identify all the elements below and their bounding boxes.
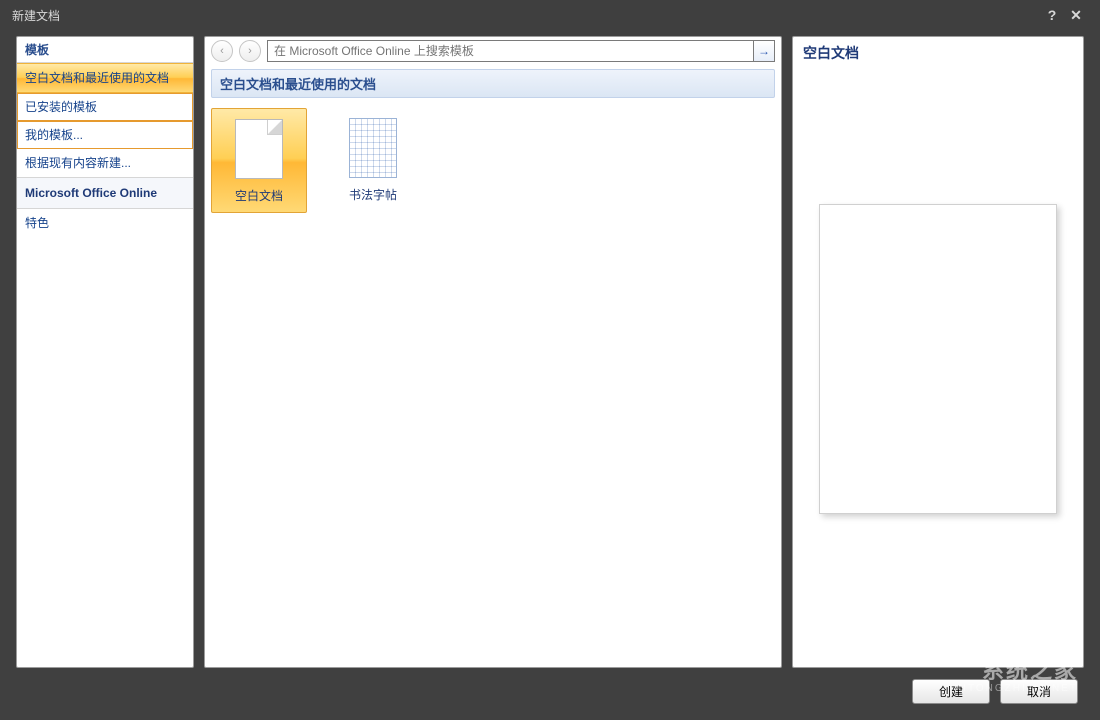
chevron-right-icon: ›	[248, 45, 252, 57]
sidebar-item-label: 我的模板...	[25, 128, 83, 142]
dialog-frame: 模板 空白文档和最近使用的文档 已安装的模板 我的模板... 根据现有内容新建.…	[8, 30, 1092, 712]
sidebar-item-my-templates[interactable]: 我的模板...	[17, 121, 193, 149]
sidebar-item-new-from-existing[interactable]: 根据现有内容新建...	[17, 149, 193, 177]
nav-back-button[interactable]: ‹	[211, 40, 233, 62]
sidebar-item-label: 空白文档和最近使用的文档	[25, 71, 169, 85]
preview-page	[819, 204, 1057, 514]
tile-calligraphy[interactable]: 书法字帖	[325, 108, 421, 211]
calligraphy-grid-icon	[349, 118, 397, 178]
cancel-button[interactable]: 取消	[1000, 679, 1078, 704]
help-button[interactable]: ?	[1040, 3, 1064, 27]
chevron-left-icon: ‹	[220, 45, 224, 57]
sidebar-item-featured[interactable]: 特色	[17, 209, 193, 237]
arrow-right-icon: →	[758, 44, 770, 58]
blank-document-icon	[235, 119, 283, 179]
sidebar-item-installed-templates[interactable]: 已安装的模板	[17, 93, 193, 121]
sidebar: 模板 空白文档和最近使用的文档 已安装的模板 我的模板... 根据现有内容新建.…	[16, 36, 194, 668]
sidebar-item-label: 根据现有内容新建...	[25, 156, 131, 170]
dialog-footer: 创建 取消	[912, 679, 1078, 704]
center-panel: ‹ › → 空白文档和最近使用的文档 空白文档	[204, 36, 782, 668]
titlebar: 新建文档 ? ✕	[0, 0, 1100, 30]
sidebar-item-blank-recent[interactable]: 空白文档和最近使用的文档	[17, 63, 193, 93]
center-toolbar: ‹ › →	[205, 37, 781, 65]
content-section-title: 空白文档和最近使用的文档	[211, 69, 775, 98]
tile-blank-document[interactable]: 空白文档	[211, 108, 307, 213]
search-wrap: →	[267, 40, 775, 62]
preview-canvas	[793, 71, 1083, 667]
tile-label: 空白文档	[214, 187, 304, 204]
window-title: 新建文档	[12, 7, 60, 24]
panel-wrap: 模板 空白文档和最近使用的文档 已安装的模板 我的模板... 根据现有内容新建.…	[16, 36, 1084, 668]
sidebar-item-label: 已安装的模板	[25, 100, 97, 114]
search-go-button[interactable]: →	[753, 40, 775, 62]
preview-title: 空白文档	[793, 37, 1083, 71]
sidebar-header: 模板	[17, 37, 193, 63]
close-button[interactable]: ✕	[1064, 3, 1088, 27]
preview-panel: 空白文档	[792, 36, 1084, 668]
create-button[interactable]: 创建	[912, 679, 990, 704]
tile-area: 空白文档 书法字帖	[205, 104, 781, 667]
nav-forward-button[interactable]: ›	[239, 40, 261, 62]
tile-label: 书法字帖	[327, 186, 419, 203]
search-input[interactable]	[267, 40, 753, 62]
sidebar-section-office-online[interactable]: Microsoft Office Online	[17, 177, 193, 209]
